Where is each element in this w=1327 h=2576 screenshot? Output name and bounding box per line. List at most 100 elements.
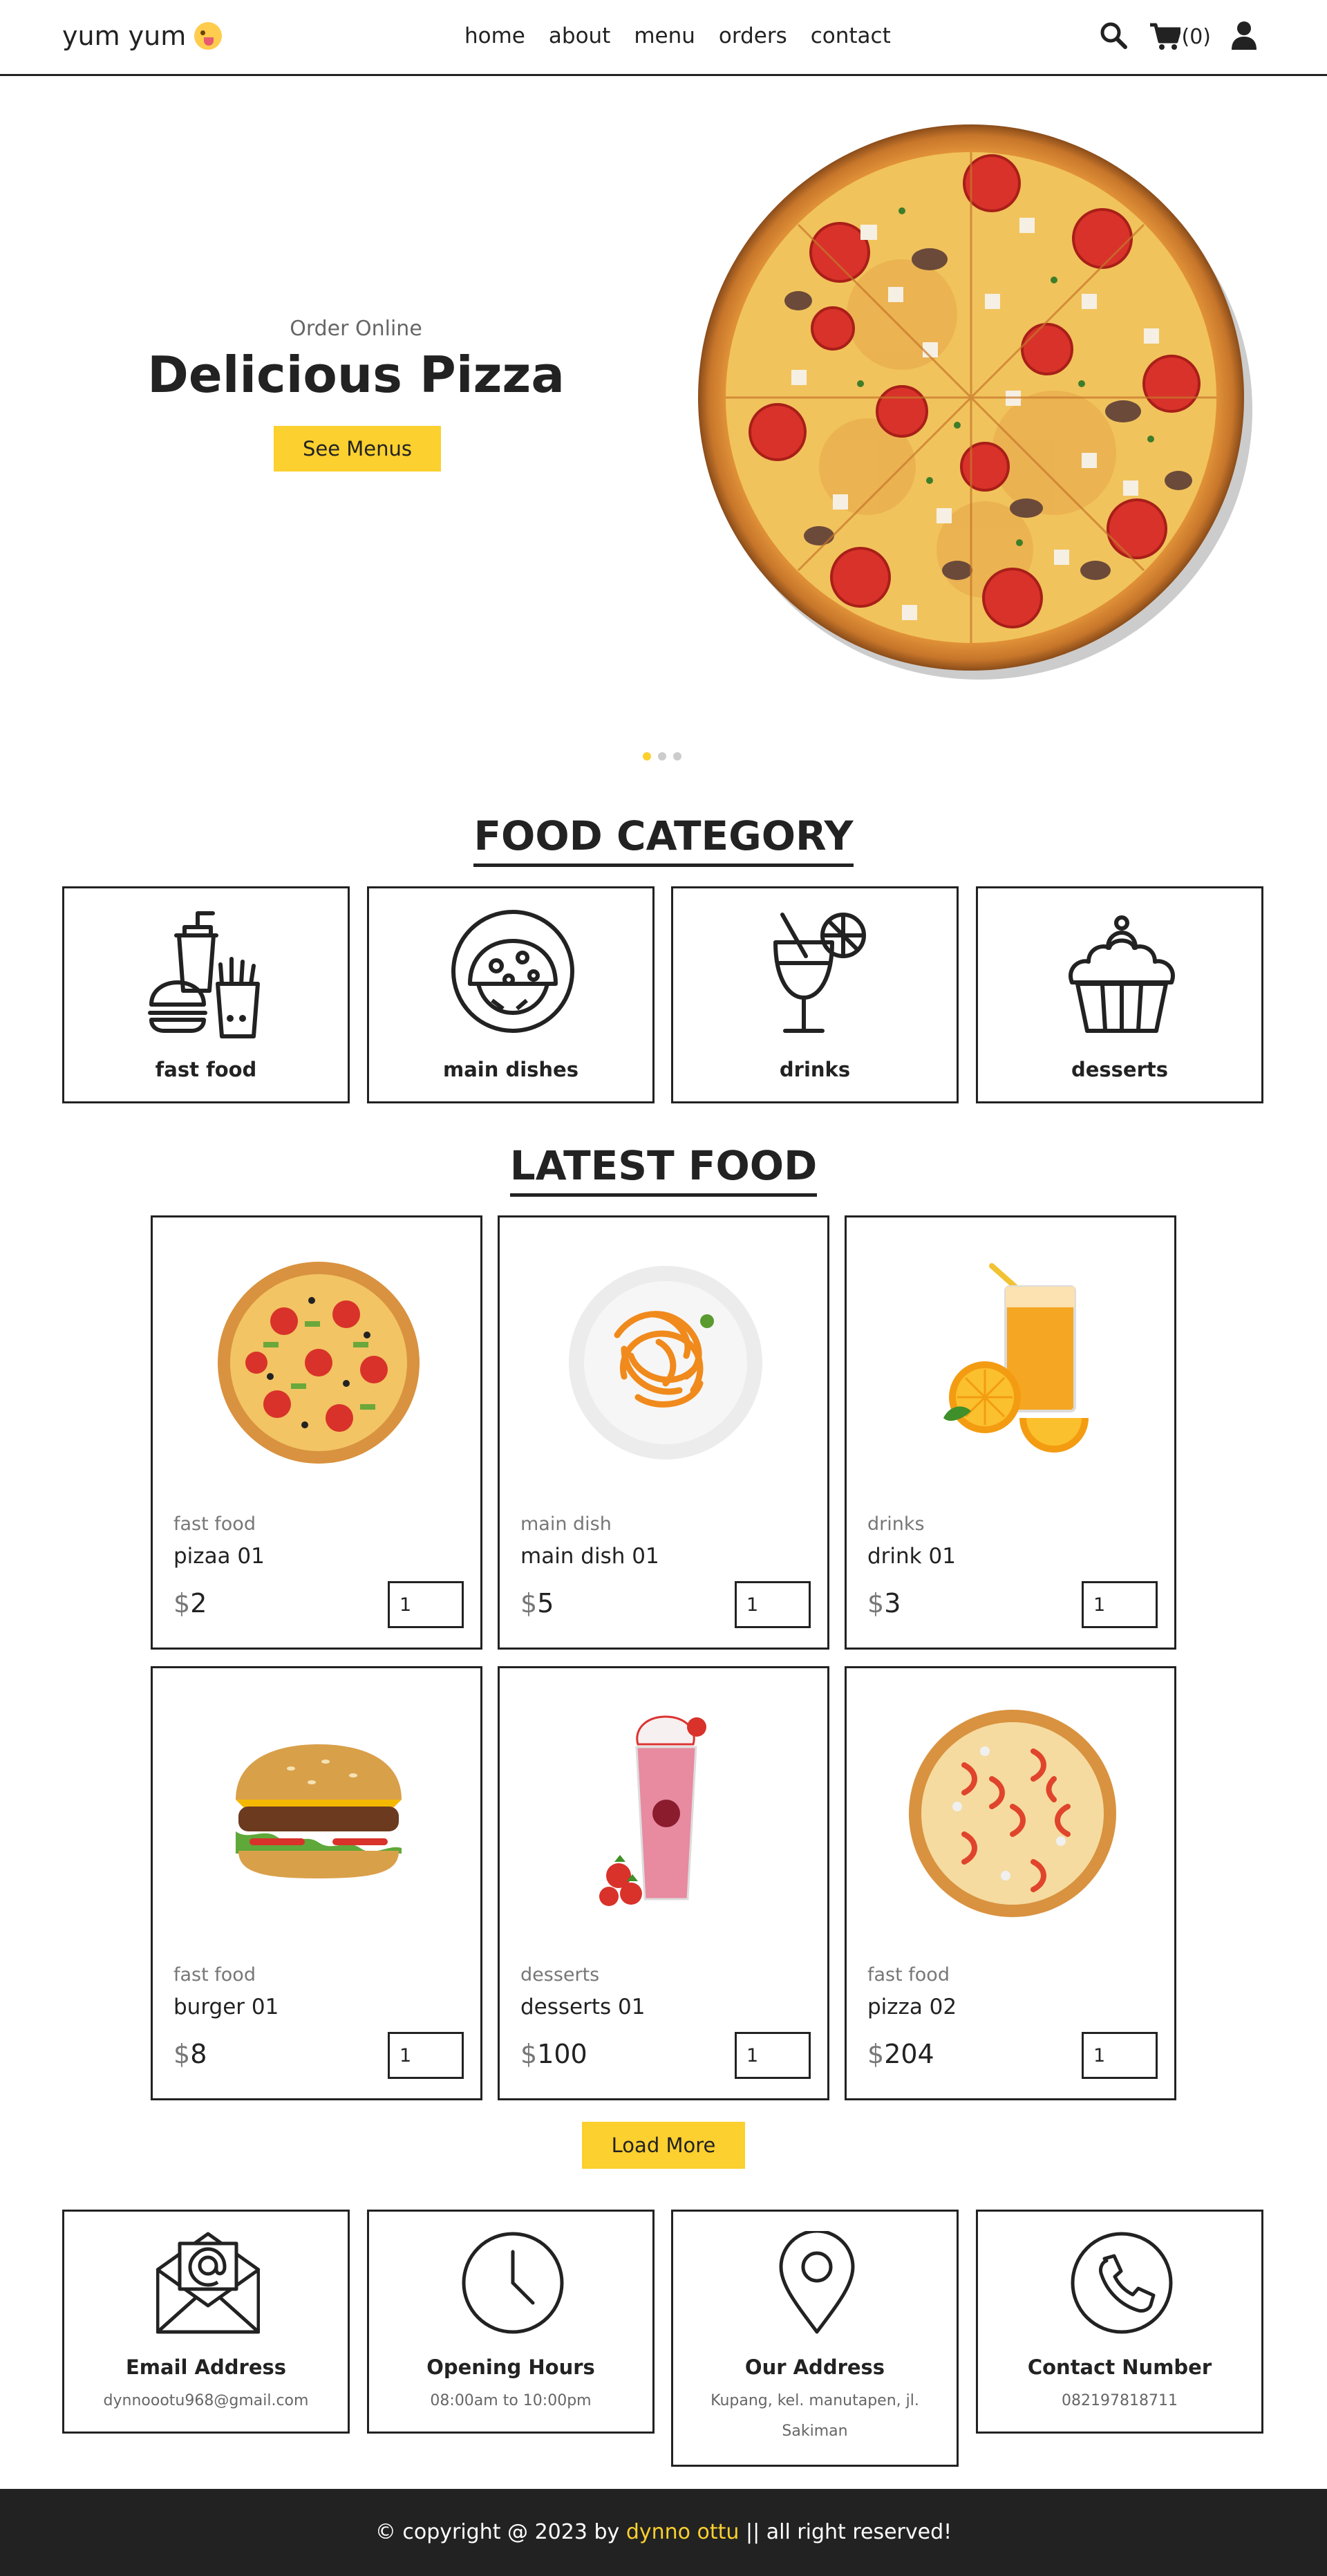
logo[interactable]: yum yum	[62, 21, 223, 51]
category-label: main dishes	[442, 1058, 578, 1081]
user-icon[interactable]	[1232, 21, 1257, 53]
dessert-icon	[1069, 915, 1175, 1033]
currency-symbol: $	[867, 1588, 885, 1618]
info-card-email: Email Address dynnoootu968@gmail.com	[62, 2210, 350, 2434]
main-dish-icon	[451, 910, 574, 1033]
site-header: yum yum home about menu orders contact (…	[0, 0, 1327, 76]
clock-icon	[462, 2232, 564, 2334]
currency-symbol: $	[867, 2039, 885, 2069]
quantity-input[interactable]	[388, 2032, 464, 2079]
food-category: fast food	[867, 1964, 950, 1986]
category-card-desserts[interactable]: desserts	[976, 886, 1263, 1103]
food-category: main dish	[520, 1513, 612, 1535]
info-title: Opening Hours	[426, 2355, 595, 2379]
food-name: desserts 01	[520, 1995, 646, 2019]
info-card-address: Our Address Kupang, kel. manutapen, jl. …	[671, 2210, 959, 2467]
author-link[interactable]: dynno ottu	[626, 2520, 740, 2544]
burger-image	[236, 1744, 402, 1878]
price-value: 8	[190, 2039, 207, 2069]
pizza-image	[218, 1262, 420, 1464]
price-value: 204	[884, 2039, 934, 2069]
quantity-input[interactable]	[1082, 1581, 1158, 1628]
food-card[interactable]: fast food pizza 02 $204	[845, 1666, 1176, 2100]
food-card[interactable]: fast food pizaa 01 $2	[151, 1215, 482, 1650]
load-more-button[interactable]: Load More	[582, 2122, 745, 2169]
currency-symbol: $	[173, 1588, 191, 1618]
cart-icon	[1149, 23, 1180, 50]
email-icon	[156, 2232, 260, 2334]
search-icon[interactable]	[1099, 21, 1128, 53]
noodle-plate-image	[569, 1266, 762, 1459]
price-value: 2	[190, 1588, 207, 1618]
info-text: 08:00am to 10:00pm	[430, 2392, 592, 2409]
phone-icon	[1071, 2232, 1173, 2334]
info-title: Contact Number	[1027, 2355, 1212, 2379]
category-label: drinks	[779, 1058, 851, 1081]
slider-dot-2[interactable]	[658, 752, 666, 760]
category-card-fast-food[interactable]: fast food	[62, 886, 350, 1103]
nav-home[interactable]: home	[464, 24, 525, 48]
latest-food-heading: LATEST FOOD	[0, 1142, 1327, 1197]
food-price: $2	[173, 1588, 207, 1618]
food-name: pizaa 01	[173, 1544, 265, 1569]
hero-subtitle: Order Online	[290, 317, 422, 341]
site-footer: © copyright @ 2023 by dynno ottu || all …	[0, 2489, 1327, 2576]
logo-text: yum yum	[62, 21, 187, 51]
info-card-phone: Contact Number 082197818711	[976, 2210, 1263, 2434]
food-price: $8	[173, 2039, 207, 2069]
price-value: 3	[884, 1588, 901, 1618]
info-text: dynnoootu968@gmail.com	[103, 2392, 309, 2409]
nav-menu[interactable]: menu	[634, 24, 695, 48]
food-category: drinks	[867, 1513, 925, 1535]
cart-button[interactable]: (0)	[1149, 22, 1212, 51]
info-title: Our Address	[744, 2355, 885, 2379]
nav-contact[interactable]: contact	[811, 24, 891, 48]
food-price: $3	[867, 1588, 901, 1618]
food-name: main dish 01	[520, 1544, 659, 1569]
fast-food-icon	[148, 911, 260, 1038]
currency-symbol: $	[520, 2039, 538, 2069]
main-nav: home about menu orders contact	[464, 24, 891, 48]
quantity-input[interactable]	[735, 2032, 811, 2079]
currency-symbol: $	[173, 2039, 191, 2069]
food-card[interactable]: main dish main dish 01 $5	[498, 1215, 829, 1650]
info-card-hours: Opening Hours 08:00am to 10:00pm	[367, 2210, 655, 2434]
drink-icon	[773, 913, 866, 1033]
food-card[interactable]: fast food burger 01 $8	[151, 1666, 482, 2100]
slider-dot-1[interactable]	[643, 752, 651, 760]
currency-symbol: $	[520, 1588, 538, 1618]
food-name: burger 01	[173, 1995, 279, 2019]
quantity-input[interactable]	[735, 1581, 811, 1628]
price-value: 5	[537, 1588, 554, 1618]
food-card[interactable]: desserts desserts 01 $100	[498, 1666, 829, 2100]
pizza-image	[909, 1710, 1116, 1917]
copyright-suffix: || all right reserved!	[745, 2520, 952, 2544]
latest-food-title: LATEST FOOD	[509, 1142, 818, 1197]
orange-juice-image	[943, 1263, 1089, 1453]
nav-about[interactable]: about	[549, 24, 610, 48]
quantity-input[interactable]	[388, 1581, 464, 1628]
info-title: Email Address	[125, 2355, 287, 2379]
food-name: drink 01	[867, 1544, 956, 1569]
category-card-main-dishes[interactable]: main dishes	[367, 886, 655, 1103]
copyright-prefix: © copyright @ 2023 by	[375, 2520, 620, 2544]
food-category: fast food	[173, 1513, 256, 1535]
cart-count: (0)	[1181, 24, 1212, 49]
info-text: 082197818711	[1062, 2392, 1178, 2409]
see-menus-button[interactable]: See Menus	[274, 426, 441, 472]
hero-slider-dots	[643, 752, 681, 760]
hero-title: Delicious Pizza	[147, 346, 565, 404]
quantity-input[interactable]	[1082, 2032, 1158, 2079]
slider-dot-3[interactable]	[673, 752, 681, 760]
category-label: desserts	[1071, 1058, 1169, 1081]
food-category: fast food	[173, 1964, 256, 1986]
food-price: $100	[520, 2039, 587, 2069]
nav-orders[interactable]: orders	[719, 24, 787, 48]
category-card-drinks[interactable]: drinks	[671, 886, 959, 1103]
food-card[interactable]: drinks drink 01 $3	[845, 1215, 1176, 1650]
food-category-heading: FOOD CATEGORY	[0, 812, 1327, 867]
food-category: desserts	[520, 1964, 600, 1986]
food-name: pizza 02	[867, 1995, 957, 2019]
category-label: fast food	[155, 1058, 257, 1081]
header-icons: (0)	[1099, 21, 1257, 53]
